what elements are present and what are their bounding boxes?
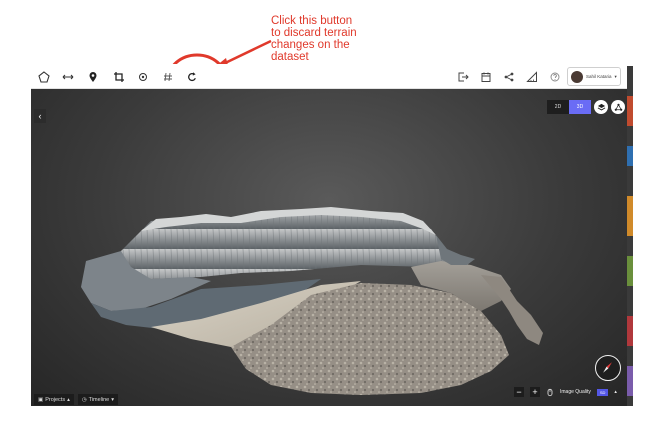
bottom-left-controls: ▣ Projects ▴ ◷ Timeline ▾ <box>34 394 119 405</box>
annotation-line: Click this button <box>271 15 353 27</box>
view-3d-button[interactable]: 3D <box>569 100 591 114</box>
user-menu[interactable]: Sahil Kataria ▾ <box>567 67 621 86</box>
zoom-in-button[interactable]: + <box>530 387 540 397</box>
crop-icon <box>114 72 124 82</box>
undo-discard-icon <box>188 72 196 82</box>
network-icon <box>614 103 622 111</box>
timeline-dropdown[interactable]: ◷ Timeline ▾ <box>77 394 119 405</box>
discard-terrain-changes-button[interactable] <box>183 68 201 86</box>
zoom-out-button[interactable]: − <box>514 387 524 397</box>
polygon-tool-button[interactable] <box>35 68 53 86</box>
hash-icon <box>164 72 172 82</box>
user-name: Sahil Kataria <box>586 74 612 79</box>
polygon-icon <box>38 71 50 83</box>
mouse-icon[interactable] <box>546 388 554 397</box>
annotation-line: changes on the <box>271 39 350 51</box>
annotation-callout: Click this button to discard terrain cha… <box>271 15 391 63</box>
location-pin-icon <box>89 72 97 82</box>
avatar <box>571 70 583 83</box>
export-button[interactable] <box>454 68 472 86</box>
chevron-up-icon: ▴ <box>614 389 617 395</box>
network-button[interactable] <box>611 100 625 114</box>
export-icon <box>458 72 469 82</box>
ruler-icon <box>526 71 537 82</box>
terrain-model[interactable] <box>31 89 627 406</box>
calendar-button[interactable] <box>477 68 495 86</box>
image-quality-label: Image Quality <box>560 389 591 395</box>
ruler-button[interactable] <box>523 68 541 86</box>
chevron-down-icon: ▾ <box>614 73 617 79</box>
measure-distance-icon <box>62 74 74 80</box>
crop-tool-button[interactable] <box>110 68 128 86</box>
grid-tool-button[interactable] <box>159 68 177 86</box>
help-button[interactable] <box>546 68 564 86</box>
share-icon <box>504 72 514 82</box>
image-quality-badge[interactable]: SD <box>596 388 609 396</box>
projects-label: Projects <box>45 396 66 403</box>
calendar-icon <box>481 72 491 82</box>
location-pin-button[interactable] <box>84 68 102 86</box>
background-strip-graphic <box>627 66 633 406</box>
annotation-line: dataset <box>271 51 309 63</box>
annotation-arrow <box>220 39 272 67</box>
top-toolbar: Sahil Kataria ▾ <box>31 64 627 89</box>
collapse-panel-button[interactable]: ‹ <box>34 109 46 123</box>
view-mode-toggle: 2D 3D <box>547 100 591 114</box>
compass-icon <box>603 362 612 373</box>
measure-distance-button[interactable] <box>59 68 77 86</box>
bottom-right-controls: − + Image Quality SD ▴ <box>514 386 627 398</box>
3d-viewport[interactable]: ‹ 2D 3D ▣ Projects ▴ ◷ Timeline ▾ − + Im… <box>31 89 627 406</box>
chevron-down-icon: ▾ <box>111 396 115 403</box>
help-icon <box>550 72 560 82</box>
annotation-line: to discard terrain <box>271 27 357 39</box>
layers-button[interactable] <box>594 100 608 114</box>
target-icon <box>139 73 147 81</box>
clock-icon: ◷ <box>81 396 87 403</box>
chevron-up-icon: ▴ <box>67 396 70 403</box>
background-window-strip <box>627 66 633 406</box>
layers-icon <box>597 103 605 110</box>
view-2d-button[interactable]: 2D <box>547 100 569 114</box>
projects-dropdown[interactable]: ▣ Projects ▴ <box>34 394 74 405</box>
share-button[interactable] <box>500 68 518 86</box>
compass-button[interactable] <box>595 355 621 381</box>
timeline-label: Timeline <box>88 396 110 403</box>
target-tool-button[interactable] <box>134 68 152 86</box>
folder-icon: ▣ <box>38 396 44 403</box>
